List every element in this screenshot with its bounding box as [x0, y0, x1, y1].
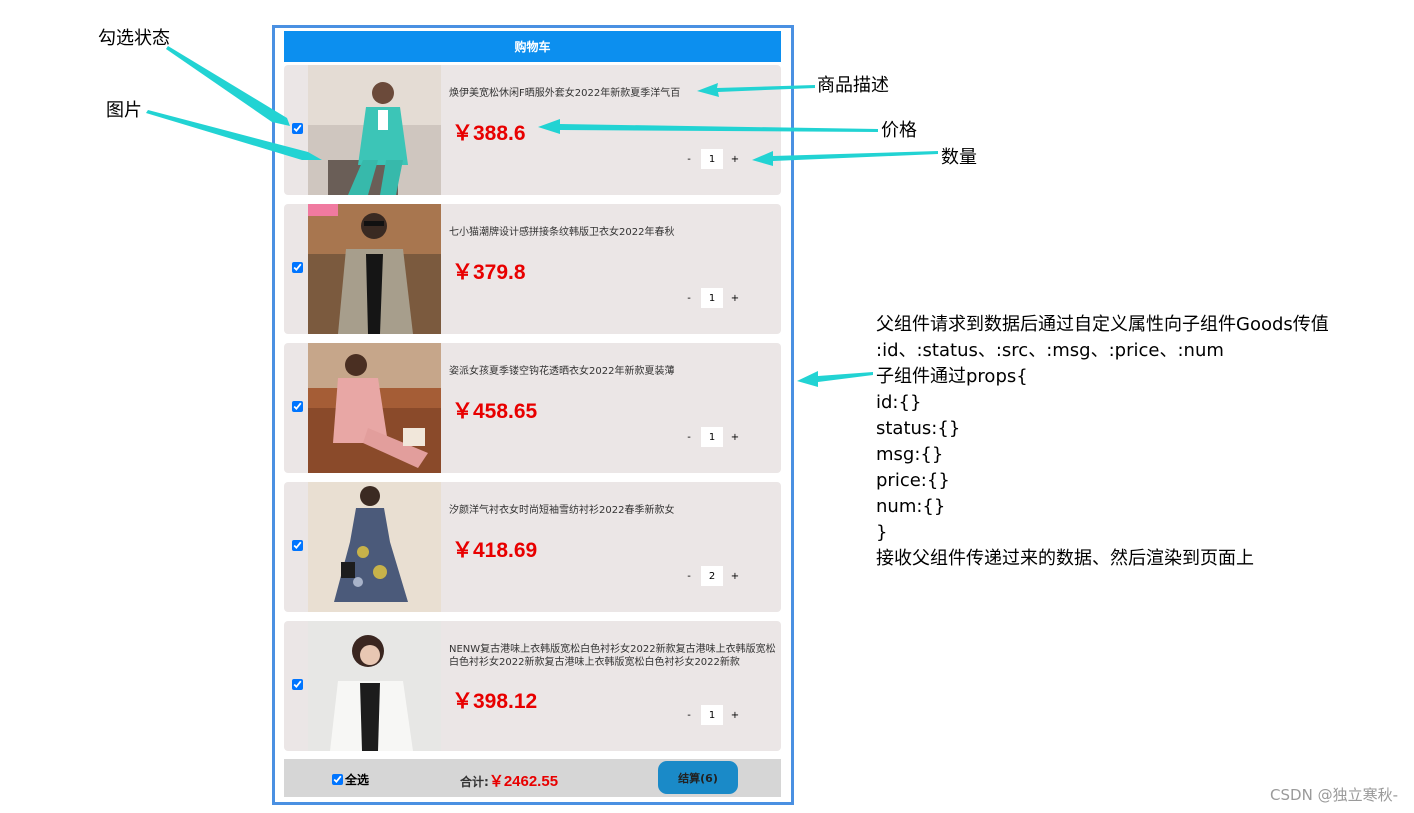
goods-item: 汐颜洋气衬衣女时尚短袖雪纺衬衫2022春季新款女 ￥418.69 - 2 + [284, 482, 781, 612]
goods-description: 汐颜洋气衬衣女时尚短袖雪纺衬衫2022春季新款女 [449, 505, 675, 516]
select-all[interactable]: 全选 [332, 771, 369, 788]
explanation-line: 父组件请求到数据后通过自定义属性向子组件Goods传值 [876, 314, 1329, 335]
goods-image [308, 621, 441, 751]
explanation-line: msg:{} [876, 444, 944, 465]
goods-image [308, 65, 441, 195]
increment-button[interactable]: + [729, 154, 741, 165]
decrement-button[interactable]: - [683, 293, 695, 304]
total: 合计: ￥2462.55 [460, 770, 558, 791]
goods-price: ￥398.12 [452, 690, 538, 713]
goods-checkbox[interactable] [292, 540, 303, 551]
explanation-line: :id、:status、:src、:msg、:price、:num [876, 340, 1224, 361]
explanation-line: 子组件通过props{ [876, 366, 1028, 387]
quantity-stepper: - 1 + [683, 288, 741, 308]
explanation-text: 父组件请求到数据后通过自定义属性向子组件Goods传值 :id、:status、… [876, 312, 1329, 572]
quantity-value[interactable]: 2 [701, 566, 723, 586]
goods-checkbox[interactable] [292, 123, 303, 134]
decrement-button[interactable]: - [683, 571, 695, 582]
cart-app: 购物车 焕伊美宽松休闲F晒服外套女2022年新款夏季洋气百 ￥388.6 - 1… [272, 25, 794, 805]
goods-description: NENW复古港味上衣韩版宽松白色衬衫女2022新款复古港味上衣韩版宽松白色衬衫女… [449, 644, 776, 668]
select-all-label: 全选 [345, 773, 370, 787]
explanation-line: status:{} [876, 418, 961, 439]
goods-checkbox[interactable] [292, 401, 303, 412]
increment-button[interactable]: + [729, 571, 741, 582]
goods-description: 七小猫潮牌设计感拼接条纹韩版卫衣女2022年春秋 [449, 227, 675, 238]
explanation-line: price:{} [876, 470, 950, 491]
cart-header: 购物车 [284, 31, 781, 62]
quantity-stepper: - 1 + [683, 705, 741, 725]
explanation-line: id:{} [876, 392, 922, 413]
goods-price: ￥458.65 [452, 400, 538, 423]
total-label: 合计: [460, 775, 489, 789]
quantity-stepper: - 1 + [683, 149, 741, 169]
decrement-button[interactable]: - [683, 710, 695, 721]
quantity-stepper: - 2 + [683, 566, 741, 586]
quantity-stepper: - 1 + [683, 427, 741, 447]
goods-description: 姿派女孩夏季镂空钩花透晒衣女2022年新款夏装薄 [449, 366, 675, 377]
goods-item: 姿派女孩夏季镂空钩花透晒衣女2022年新款夏装薄 ￥458.65 - 1 + [284, 343, 781, 473]
quantity-value[interactable]: 1 [701, 288, 723, 308]
explanation-line: num:{} [876, 496, 946, 517]
annotation-image: 图片 [106, 100, 142, 121]
goods-price: ￥379.8 [452, 261, 526, 284]
goods-item: 焕伊美宽松休闲F晒服外套女2022年新款夏季洋气百 ￥388.6 - 1 + [284, 65, 781, 195]
explanation-line: 接收父组件传递过来的数据、然后渲染到页面上 [876, 548, 1254, 569]
settle-button[interactable]: 结算(6) [658, 761, 738, 794]
increment-button[interactable]: + [729, 432, 741, 443]
total-amount: ￥2462.55 [488, 773, 559, 790]
quantity-value[interactable]: 1 [701, 149, 723, 169]
annotation-quantity: 数量 [941, 147, 977, 168]
goods-checkbox[interactable] [292, 262, 303, 273]
increment-button[interactable]: + [729, 710, 741, 721]
explanation-line: } [876, 522, 888, 543]
annotation-check-state: 勾选状态 [98, 28, 170, 49]
cart-footer: 全选 合计: ￥2462.55 结算(6) [284, 759, 781, 797]
goods-image [308, 343, 441, 473]
annotation-price: 价格 [881, 120, 917, 141]
goods-description: 焕伊美宽松休闲F晒服外套女2022年新款夏季洋气百 [449, 88, 681, 99]
goods-item: 七小猫潮牌设计感拼接条纹韩版卫衣女2022年春秋 ￥379.8 - 1 + [284, 204, 781, 334]
arrow-explanation [797, 371, 873, 387]
annotation-product-desc: 商品描述 [817, 75, 889, 96]
watermark: CSDN @独立寒秋- [1270, 786, 1398, 804]
goods-price: ￥418.69 [452, 539, 538, 562]
goods-item: NENW复古港味上衣韩版宽松白色衬衫女2022新款复古港味上衣韩版宽松白色衬衫女… [284, 621, 781, 751]
goods-image [308, 482, 441, 612]
goods-checkbox[interactable] [292, 679, 303, 690]
increment-button[interactable]: + [729, 293, 741, 304]
select-all-checkbox[interactable] [332, 774, 343, 785]
quantity-value[interactable]: 1 [701, 427, 723, 447]
decrement-button[interactable]: - [683, 432, 695, 443]
goods-image [308, 204, 441, 334]
decrement-button[interactable]: - [683, 154, 695, 165]
quantity-value[interactable]: 1 [701, 705, 723, 725]
goods-price: ￥388.6 [452, 122, 526, 145]
